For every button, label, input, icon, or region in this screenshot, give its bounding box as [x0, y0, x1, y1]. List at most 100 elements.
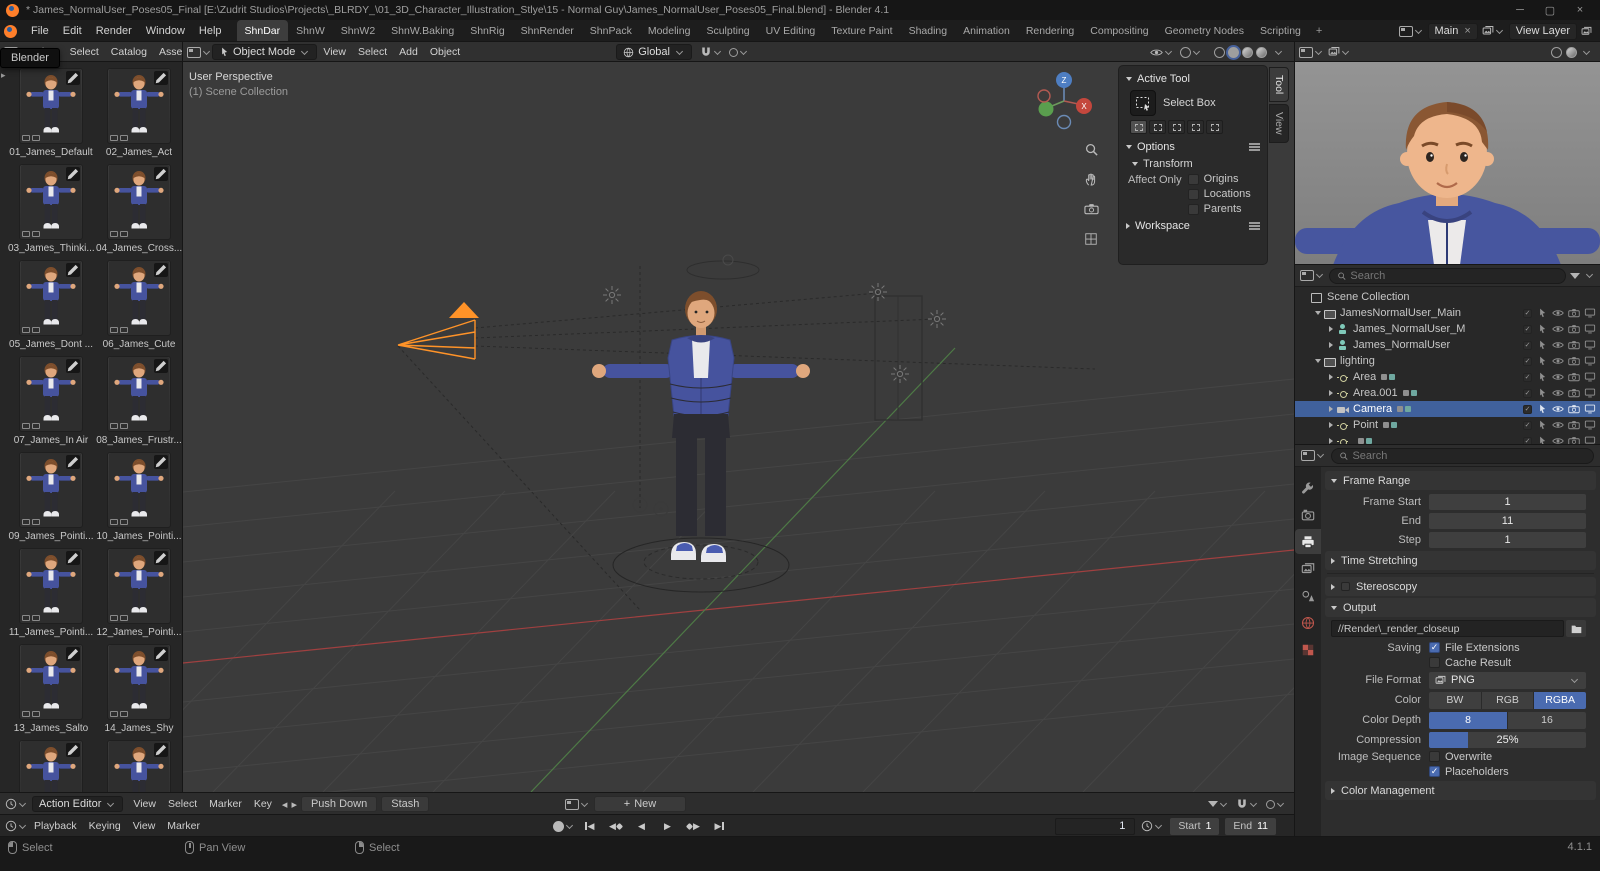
next-keyframe-button[interactable]: ▶ [682, 818, 705, 834]
menu-item[interactable]: Window [139, 20, 192, 42]
workspace-menu-icon[interactable] [1249, 225, 1260, 226]
select-mode-new-icon[interactable] [1130, 120, 1147, 134]
filter-icon[interactable] [1208, 801, 1229, 808]
outliner-row[interactable]: James_NormalUser_M [1295, 321, 1600, 337]
color-mode-option[interactable]: RGBA [1534, 692, 1586, 709]
expand-toggle-icon[interactable] [1312, 311, 1323, 315]
blender-menu-icon[interactable] [4, 25, 17, 38]
exclude-checkbox[interactable] [1523, 437, 1532, 446]
menu-item[interactable]: Key [248, 793, 278, 815]
workspace-tab[interactable]: ShnDar [237, 20, 289, 42]
jump-to-start-button[interactable]: ◀ [578, 818, 601, 834]
pose-thumbnail[interactable] [19, 164, 83, 240]
pose-thumbnail[interactable] [107, 548, 171, 624]
pose-asset-card[interactable]: 08_James_Frustr... [96, 356, 182, 446]
color-depth-option[interactable]: 8 [1429, 712, 1507, 729]
sidebar-tab[interactable]: View [1269, 104, 1289, 143]
editor-type-icon[interactable] [1301, 450, 1326, 461]
pose-asset-card[interactable]: 12_James_Pointi... [96, 548, 182, 638]
close-button[interactable]: × [1566, 4, 1594, 17]
transform-orientation-selector[interactable]: Global [616, 44, 692, 60]
maximize-button[interactable]: ▢ [1536, 4, 1564, 17]
proportional-icon[interactable] [1266, 800, 1286, 809]
pose-thumbnail[interactable] [107, 452, 171, 528]
new-action-button[interactable]: New [594, 796, 686, 812]
hide-eye-icon[interactable] [1552, 356, 1564, 366]
proportional-editing-icon[interactable] [729, 48, 749, 57]
color-mode-option[interactable]: BW [1429, 692, 1481, 709]
workspace-tab[interactable]: UV Editing [758, 20, 824, 42]
edit-pose-icon[interactable] [66, 647, 80, 661]
selectable-icon[interactable] [1536, 404, 1548, 414]
overwrite-checkbox[interactable]: Overwrite [1429, 751, 1586, 763]
view-layer-browse-icon[interactable] [1482, 25, 1505, 37]
file-format-dropdown[interactable]: PNG [1429, 672, 1586, 689]
active-tool-section[interactable]: Active Tool [1126, 70, 1260, 88]
tool-properties-tab[interactable] [1295, 475, 1321, 500]
compression-slider[interactable]: 25% [1429, 732, 1586, 748]
menu-item[interactable]: Select [162, 793, 203, 815]
workspace-tab[interactable]: ShnW [288, 20, 333, 42]
workspace-tab[interactable]: ShnW2 [333, 20, 383, 42]
image-selector-icon[interactable] [1328, 46, 1351, 58]
jump-to-end-button[interactable]: ▶ [708, 818, 731, 834]
exclude-checkbox[interactable] [1523, 357, 1532, 366]
search-input[interactable] [1352, 450, 1586, 462]
wireframe-shading-icon[interactable] [1214, 47, 1225, 58]
menu-item[interactable]: View [317, 42, 352, 62]
pose-thumbnail[interactable] [107, 740, 171, 792]
render-visibility-icon[interactable] [1568, 308, 1580, 318]
workspace-tab[interactable]: ShnRig [462, 20, 512, 42]
pose-asset-card[interactable]: 09_James_Pointi... [8, 452, 94, 542]
dope-sheet-mode-selector[interactable]: Action Editor [32, 796, 123, 812]
menu-item[interactable]: View [127, 793, 162, 815]
object-properties-tab[interactable] [1295, 637, 1321, 662]
file-extensions-checkbox[interactable]: File Extensions [1429, 642, 1586, 654]
hide-eye-icon[interactable] [1552, 308, 1564, 318]
material-shading-icon[interactable] [1242, 47, 1253, 58]
camera-view-icon[interactable] [1082, 200, 1100, 218]
exclude-checkbox[interactable] [1523, 421, 1532, 430]
render-visibility-icon[interactable] [1568, 404, 1580, 414]
select-mode-intersect-icon[interactable] [1206, 120, 1223, 134]
stereoscopy-checkbox[interactable] [1341, 582, 1350, 591]
pose-asset-card[interactable]: 10_James_Pointi... [96, 452, 182, 542]
play-button[interactable]: ▶ [656, 818, 679, 834]
scene-browse-icon[interactable] [1399, 26, 1424, 37]
select-mode-extend-icon[interactable] [1149, 120, 1166, 134]
overlays-icon[interactable] [1180, 47, 1202, 58]
pose-asset-card[interactable]: 06_James_Cute [96, 260, 182, 350]
workspace-tab[interactable]: Rendering [1018, 20, 1082, 42]
number-field[interactable]: 1 [1429, 532, 1586, 548]
unlink-scene-icon[interactable]: × [1464, 25, 1470, 37]
expand-toggle-icon[interactable] [1325, 326, 1336, 332]
ortho-grid-icon[interactable] [1082, 230, 1100, 248]
edit-pose-icon[interactable] [154, 71, 168, 85]
action-browse-icon[interactable] [565, 799, 590, 810]
menu-item[interactable]: File [24, 20, 56, 42]
options-menu-icon[interactable] [1249, 146, 1260, 147]
edit-pose-icon[interactable] [66, 551, 80, 565]
show-gizmo-icon[interactable] [1150, 48, 1174, 57]
menu-item[interactable]: Catalog [105, 42, 153, 62]
render-preview[interactable] [1295, 62, 1600, 265]
selectable-icon[interactable] [1536, 340, 1548, 350]
editor-type-icon[interactable] [5, 820, 28, 832]
expand-region-icon[interactable]: ▸ [1, 70, 6, 81]
hide-eye-icon[interactable] [1552, 420, 1564, 430]
pose-asset-card[interactable]: 04_James_Cross... [96, 164, 182, 254]
workspace-tab[interactable]: Geometry Nodes [1157, 20, 1252, 42]
search-input[interactable] [1350, 270, 1558, 282]
stash-button[interactable]: Stash [381, 796, 429, 812]
workspace-tab[interactable]: Animation [955, 20, 1018, 42]
affect-only-checkbox[interactable]: Origins [1188, 173, 1251, 185]
hide-eye-icon[interactable] [1552, 324, 1564, 334]
pose-thumbnail[interactable] [19, 740, 83, 792]
viewport-visibility-icon[interactable] [1584, 340, 1596, 350]
workspace-tab[interactable]: Scripting [1252, 20, 1309, 42]
outliner-row[interactable]: James_NormalUser [1295, 337, 1600, 353]
frame-range-section[interactable]: Frame Range [1325, 471, 1596, 490]
viewport-visibility-icon[interactable] [1584, 308, 1596, 318]
view-layer-selector[interactable]: View Layer [1509, 23, 1577, 40]
solid-shading-icon[interactable] [1228, 47, 1239, 58]
